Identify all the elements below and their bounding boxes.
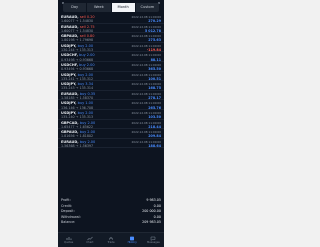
- trade-profit: 103.50: [148, 115, 161, 120]
- nav-item-history[interactable]: History: [122, 233, 143, 247]
- trade-profit: 270.29: [148, 19, 161, 24]
- trade-prices: 136.146 → 136.708: [61, 105, 94, 110]
- trade-profit: 168.75: [148, 86, 161, 91]
- trade-row[interactable]: GBPAUD, buy 2.00 1.81656 → 1.81802 2022.12…: [58, 129, 164, 139]
- trade-row[interactable]: USDJPY, buy 2.00 135.241 → 135.312 2022.12…: [58, 72, 164, 82]
- summary-row: Balance: 209 983.05: [58, 220, 164, 226]
- trade-profit: 265.76: [148, 105, 161, 110]
- trade-row[interactable]: USDCHF, buy 2.00 0.93494 → 0.93668 2022.12…: [58, 62, 164, 72]
- trade-prices: 1.56368 → 1.56397: [61, 143, 94, 148]
- phone-screen: Day Week Month Custom EURAUD, sell 0.20 1…: [58, 0, 164, 247]
- account-summary: Profit: 9 983.05 Credit: 0.00 Deposit: 200 00…: [58, 198, 164, 226]
- trade-prices: 135.241 → 135.312: [61, 76, 94, 81]
- trade-prices: 130.244 → 135.313: [61, 47, 94, 52]
- tab-day[interactable]: Day: [63, 3, 88, 12]
- trade-profit: 188.64: [148, 143, 161, 148]
- trade-profit: 88.11: [150, 57, 161, 62]
- trade-profit: 275.63: [148, 38, 161, 43]
- nav-label: Chart: [86, 240, 94, 244]
- trade-row[interactable]: EURAUD, buy 0.35 1.58185 → 1.58370 2022.12…: [58, 91, 164, 101]
- trade-row[interactable]: EURAUD, buy 2.00 1.56368 → 1.56397 2022.12…: [58, 139, 164, 149]
- nav-item-messages[interactable]: Messages: [143, 233, 164, 247]
- nav-item-quotes[interactable]: Quotes: [58, 233, 79, 247]
- trade-row[interactable]: GBPAUD, sell 0.80 1.80198 → 1.79698 2022.1…: [58, 33, 164, 43]
- trade-prices: 135.240 → 135.313: [61, 115, 94, 120]
- trade-history-list: EURAUD, sell 0.20 1.60077 → 1.54830 2022.1…: [58, 14, 164, 149]
- nav-label: Trade: [107, 240, 115, 244]
- nav-label: History: [127, 240, 137, 244]
- trade-row[interactable]: USDJPY, buy 2.00 130.244 → 135.313 2022.12…: [58, 43, 164, 53]
- trade-row[interactable]: EURAUD, sell 0.20 1.60077 → 1.54830 2022.1…: [58, 14, 164, 24]
- trade-profit: 218.44: [148, 124, 161, 129]
- trade-profit: 278.17: [148, 95, 161, 100]
- trade-profit: 5 012.78: [144, 28, 161, 33]
- trade-prices: 1.58185 → 1.58370: [61, 95, 94, 100]
- nav-label: Quotes: [63, 240, 74, 244]
- trade-prices: 1.81656 → 1.81802: [61, 134, 94, 139]
- period-tabs: Day Week Month Custom: [63, 3, 159, 12]
- nav-item-chart[interactable]: Chart: [79, 233, 100, 247]
- trade-prices: 1.80198 → 1.79698: [61, 38, 94, 43]
- summary-label: Balance:: [61, 220, 76, 225]
- trade-prices: 0.93498 → 0.93668: [61, 57, 94, 62]
- trade-prices: 135.243 → 135.314: [61, 86, 94, 91]
- summary-value: 209 983.05: [142, 220, 161, 225]
- trade-row[interactable]: EURAUD, sell 2.75 1.60077 → 1.54830 2022.1…: [58, 24, 164, 34]
- trade-row[interactable]: USDCHF, buy 2.00 0.93498 → 0.93668 2022.12…: [58, 52, 164, 62]
- trade-row[interactable]: GBPCAD, buy 2.00 1.65477 → 1.65622 2022.12…: [58, 120, 164, 130]
- bottom-navigation: Quotes Chart Trade History Messages: [58, 232, 164, 247]
- trade-profit: 209.84: [148, 134, 161, 139]
- trade-row[interactable]: USDJPY, buy 1.00 136.146 → 136.708 2022.12…: [58, 100, 164, 110]
- trade-prices: 0.93494 → 0.93668: [61, 67, 94, 72]
- trade-prices: 1.65477 → 1.65622: [61, 124, 94, 129]
- trade-profit: 100.51: [148, 76, 161, 81]
- trade-profit: -119.84: [146, 47, 161, 52]
- tab-month[interactable]: Month: [111, 3, 136, 12]
- trade-profit: 365.50: [148, 67, 161, 72]
- trade-row[interactable]: USDJPY, buy 2.00 135.240 → 135.313 2022.12…: [58, 110, 164, 120]
- trade-prices: 1.60077 → 1.54830: [61, 19, 94, 24]
- trade-prices: 1.60077 → 1.54830: [61, 28, 94, 33]
- nav-item-trade[interactable]: Trade: [100, 233, 121, 247]
- tab-week[interactable]: Week: [87, 3, 112, 12]
- tab-custom[interactable]: Custom: [136, 3, 159, 12]
- trade-row[interactable]: USDJPY, buy 3.34 135.243 → 135.314 2022.12…: [58, 81, 164, 91]
- nav-label: Messages: [147, 240, 160, 244]
